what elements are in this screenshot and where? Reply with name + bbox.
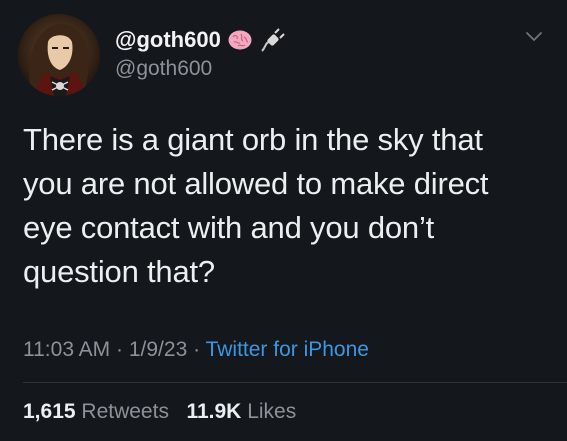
likes-label: Likes bbox=[247, 400, 297, 423]
likes-count: 11.9K bbox=[186, 400, 242, 423]
retweets-stat[interactable]: 1,615 Retweets bbox=[23, 400, 169, 423]
meta-separator: · bbox=[193, 338, 201, 361]
tweet-text-line: question that? bbox=[23, 254, 215, 289]
electric-plug-icon bbox=[259, 28, 285, 52]
username[interactable]: @goth600 bbox=[115, 57, 285, 81]
tweet-time[interactable]: 11:03 AM bbox=[23, 338, 110, 361]
tweet-date[interactable]: 1/9/23 bbox=[129, 338, 187, 361]
tweet-meta: 11:03 AM · 1/9/23 · Twitter for iPhone bbox=[23, 338, 369, 362]
tweet-card: @goth600 @goth600 There is a giant orb i… bbox=[0, 0, 567, 441]
chevron-down-icon[interactable] bbox=[523, 26, 545, 48]
tweet-text-line: There is a giant orb in the sky that bbox=[23, 122, 483, 157]
brain-icon bbox=[227, 28, 253, 52]
avatar[interactable] bbox=[18, 14, 100, 96]
likes-stat[interactable]: 11.9K Likes bbox=[186, 400, 296, 423]
avatar-image bbox=[18, 14, 100, 96]
tweet-text: There is a giant orb in the sky that you… bbox=[23, 118, 553, 294]
divider bbox=[23, 382, 567, 383]
display-name-row[interactable]: @goth600 bbox=[115, 28, 285, 52]
tweet-source-link[interactable]: Twitter for iPhone bbox=[206, 338, 369, 361]
engagement-stats: 1,615 Retweets 11.9K Likes bbox=[23, 400, 296, 424]
meta-separator: · bbox=[116, 338, 124, 361]
retweets-label: Retweets bbox=[81, 400, 169, 423]
retweets-count: 1,615 bbox=[23, 400, 76, 423]
display-name[interactable]: @goth600 bbox=[115, 28, 221, 52]
user-info: @goth600 @goth600 bbox=[115, 28, 285, 81]
tweet-text-line: eye contact with and you don’t bbox=[23, 210, 435, 245]
tweet-text-line: you are not allowed to make direct bbox=[23, 166, 489, 201]
